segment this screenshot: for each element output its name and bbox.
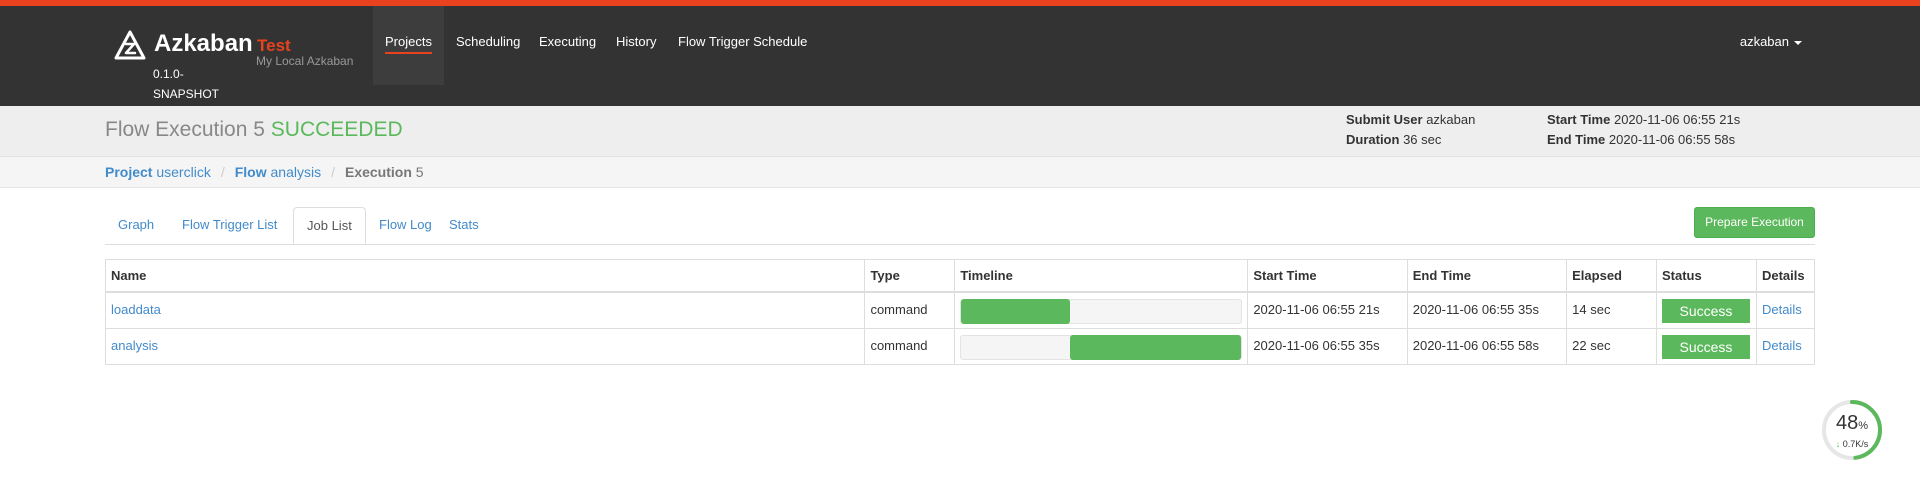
- breadcrumb-separator: /: [331, 164, 335, 180]
- end-time-label: End Time: [1547, 132, 1606, 147]
- job-timeline-cell: [954, 327, 1249, 365]
- nav-history[interactable]: History: [604, 6, 668, 78]
- brand-version: 0.1.0-SNAPSHOT: [153, 67, 220, 101]
- breadcrumb-separator: /: [220, 164, 225, 180]
- table-header-row: Name Type Timeline Start Time End Time E…: [104, 259, 1816, 293]
- nav-flow-trigger-schedule[interactable]: Flow Trigger Schedule: [666, 6, 819, 78]
- job-name-cell: loaddata: [104, 291, 866, 329]
- table-row: loaddata command 2020-11-06 06:55 21s 20…: [104, 291, 1816, 329]
- job-start-time: 2020-11-06 06:55 21s: [1247, 291, 1408, 329]
- nav-label: Executing: [539, 34, 597, 49]
- breadcrumb-flow-label: Flow: [234, 164, 267, 180]
- breadcrumb-project-value: userclick: [156, 164, 211, 180]
- breadcrumb-execution-value: 5: [415, 164, 424, 180]
- flow-title-prefix: Flow Execution 5: [105, 118, 265, 141]
- column-header-type: Type: [864, 259, 956, 293]
- widget-percent: 48%: [1820, 412, 1884, 435]
- nav-label: Flow Trigger Schedule: [678, 34, 808, 49]
- column-header-status: Status: [1655, 259, 1757, 293]
- column-header-details: Details: [1755, 259, 1816, 293]
- tab-flow-log[interactable]: Flow Log: [366, 207, 445, 243]
- breadcrumb-flow-value: analysis: [270, 164, 322, 180]
- submit-user-value: azkaban: [1426, 112, 1476, 127]
- nav-scheduling[interactable]: Scheduling: [444, 6, 532, 78]
- timeline-bar: [961, 299, 1071, 324]
- breadcrumb: Project userclick / Flow analysis / Executio…: [0, 156, 1920, 188]
- start-time-value: 2020-11-06 06:55 21s: [1613, 112, 1741, 127]
- column-header-start-time: Start Time: [1247, 259, 1408, 293]
- job-list-table: Name Type Timeline Start Time End Time E…: [104, 259, 1816, 365]
- breadcrumb-project[interactable]: Project userclick: [105, 164, 211, 180]
- navbar: Azkaban 0.1.0-SNAPSHOT Test My Local Azk…: [0, 6, 1920, 106]
- job-end-time: 2020-11-06 06:55 35s: [1406, 291, 1568, 329]
- job-details-link[interactable]: Details: [1762, 338, 1802, 353]
- widget-speed: ↓ 0.7K/s: [1820, 439, 1884, 449]
- breadcrumb-project-label: Project: [105, 164, 153, 180]
- breadcrumb-flow[interactable]: Flow analysis: [235, 164, 321, 180]
- timeline-track: [960, 334, 1243, 360]
- nav-label: Projects: [385, 34, 432, 54]
- breadcrumb-execution: Execution 5: [345, 164, 424, 180]
- nav-executing[interactable]: Executing: [527, 6, 608, 78]
- user-menu[interactable]: azkaban: [1740, 6, 1802, 78]
- column-header-elapsed: Elapsed: [1566, 259, 1657, 293]
- brand-name: Azkaban: [154, 30, 253, 57]
- duration-label: Duration: [1346, 132, 1400, 147]
- job-name-link[interactable]: analysis: [111, 338, 158, 353]
- job-details-cell: Details: [1755, 291, 1816, 329]
- flow-header: Flow Execution 5 SUCCEEDED Submit User a…: [0, 106, 1920, 156]
- job-type: command: [864, 291, 956, 329]
- submit-user-label: Submit User: [1346, 112, 1423, 127]
- page-title: Flow Execution 5 SUCCEEDED: [105, 118, 403, 142]
- job-name-link[interactable]: loaddata: [111, 302, 161, 317]
- job-timeline-cell: [954, 291, 1249, 329]
- status-badge: Success: [1661, 299, 1750, 323]
- duration-value: 36 sec: [1403, 132, 1442, 147]
- widget-speed-value: 0.7K/s: [1842, 439, 1869, 449]
- user-name: azkaban: [1739, 34, 1789, 49]
- start-time: Start Time 2020-11-06 06:55 21s: [1547, 112, 1740, 127]
- environment-description: My Local Azkaban: [256, 54, 354, 68]
- nav-label: Scheduling: [456, 34, 521, 49]
- widget-percent-sign: %: [1858, 420, 1869, 432]
- nav-label: History: [616, 34, 657, 49]
- timeline-bar: [1070, 334, 1242, 360]
- azkaban-logo-icon: [114, 30, 146, 60]
- job-details-link[interactable]: Details: [1762, 302, 1802, 317]
- end-time-value: 2020-11-06 06:55 58s: [1608, 132, 1736, 147]
- status-badge: Success: [1661, 334, 1750, 359]
- job-status-cell: Success: [1655, 327, 1757, 365]
- job-status-cell: Success: [1655, 291, 1757, 329]
- job-start-time: 2020-11-06 06:55 35s: [1247, 327, 1408, 365]
- network-speed-widget[interactable]: 48% ↓ 0.7K/s: [1820, 398, 1884, 462]
- flow-status: SUCCEEDED: [270, 118, 403, 141]
- environment-name: Test: [257, 36, 291, 55]
- column-header-timeline: Timeline: [954, 259, 1249, 293]
- start-time-label: Start Time: [1547, 112, 1611, 127]
- job-type: command: [864, 327, 956, 365]
- duration: Duration 36 sec: [1346, 132, 1441, 147]
- tab-bar: Graph Flow Trigger List Job List Flow Lo…: [105, 207, 1815, 245]
- breadcrumb-execution-label: Execution: [344, 164, 412, 180]
- download-arrow-icon: ↓: [1835, 439, 1841, 449]
- job-details-cell: Details: [1755, 327, 1816, 365]
- timeline-track: [960, 299, 1243, 324]
- nav-projects[interactable]: Projects: [373, 6, 444, 85]
- tab-job-list[interactable]: Job List: [293, 207, 366, 244]
- tab-stats[interactable]: Stats: [436, 207, 492, 243]
- caret-down-icon: [1794, 40, 1802, 45]
- job-elapsed: 14 sec: [1566, 291, 1657, 329]
- column-header-end-time: End Time: [1406, 259, 1568, 293]
- prepare-execution-button[interactable]: Prepare Execution: [1694, 207, 1815, 238]
- widget-percent-value: 48: [1835, 412, 1859, 434]
- tab-graph[interactable]: Graph: [105, 207, 167, 243]
- job-elapsed: 22 sec: [1566, 327, 1657, 365]
- table-row: analysis command 2020-11-06 06:55 35s 20…: [104, 327, 1816, 365]
- submit-user: Submit User azkaban: [1346, 112, 1475, 127]
- job-end-time: 2020-11-06 06:55 58s: [1406, 327, 1568, 365]
- job-name-cell: analysis: [104, 327, 866, 365]
- column-header-name: Name: [104, 259, 866, 293]
- tab-flow-trigger-list[interactable]: Flow Trigger List: [169, 207, 290, 243]
- end-time: End Time 2020-11-06 06:55 58s: [1547, 132, 1735, 147]
